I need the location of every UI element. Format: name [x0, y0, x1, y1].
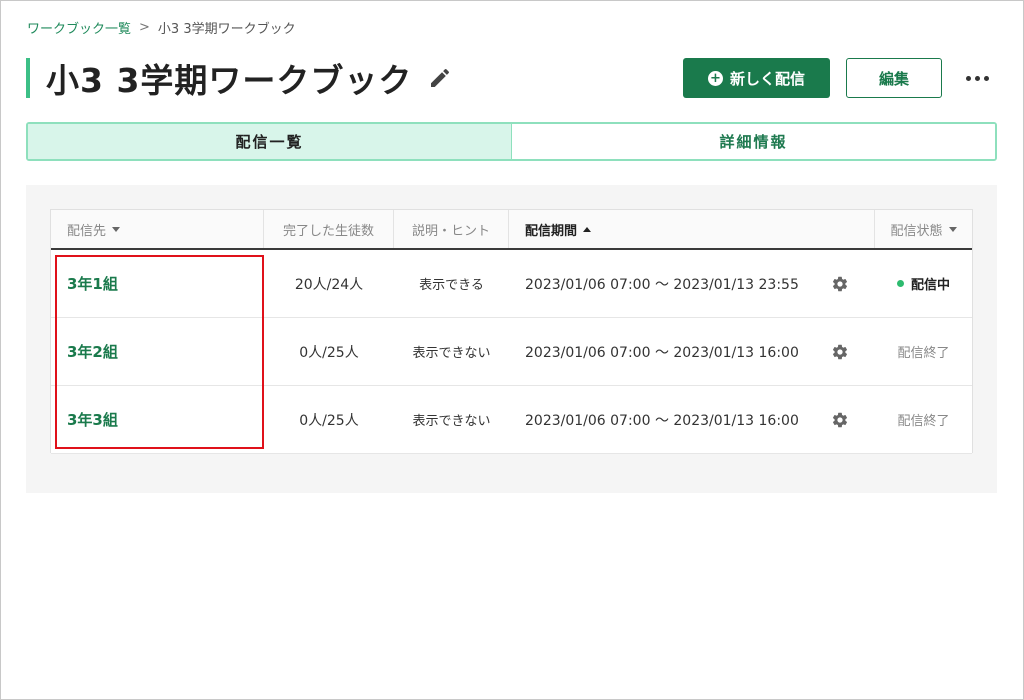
breadcrumb-current: 小3 3学期ワークブック — [157, 22, 296, 37]
column-label-period: 配信期間 — [525, 223, 578, 239]
title-accent-bar — [26, 58, 30, 98]
table-row: 3年1組 20人/24人 表示できる 2023/01/06 07:00 〜 20… — [51, 250, 972, 318]
table-header: 配信先 完了した生徒数 説明・ヒント 配信期間 配信状態 — [51, 210, 972, 250]
column-header-destination[interactable]: 配信先 — [51, 210, 264, 248]
sort-caret-down-icon — [112, 226, 121, 232]
title-row: 小3 3学期ワークブック — [26, 58, 452, 100]
destination-link[interactable]: 3年1組 — [67, 250, 257, 317]
delivery-table: 配信先 完了した生徒数 説明・ヒント 配信期間 配信状態 3年1組 20人/24… — [50, 209, 973, 454]
table-row: 3年2組 0人/25人 表示できない 2023/01/06 07:00 〜 20… — [51, 318, 972, 386]
new-delivery-label: 新しく配信 — [729, 69, 805, 88]
column-header-hints: 説明・ヒント — [394, 210, 509, 248]
column-label-status: 配信状態 — [890, 223, 943, 239]
content-panel: 配信先 完了した生徒数 説明・ヒント 配信期間 配信状態 3年1組 20人/24… — [26, 185, 997, 493]
delivery-period: 2023/01/06 07:00 〜 2023/01/13 16:00 — [525, 412, 799, 429]
completed-count: 20人/24人 — [294, 276, 364, 293]
breadcrumb: ワークブック一覧 > 小3 3学期ワークブック — [27, 18, 296, 37]
status-badge: 配信中 — [910, 278, 950, 293]
tab-bar: 配信一覧 詳細情報 — [26, 122, 997, 161]
breadcrumb-workbook-list[interactable]: ワークブック一覧 — [27, 18, 131, 37]
active-status-dot-icon — [896, 280, 904, 287]
gear-icon[interactable] — [831, 343, 849, 361]
hint-visibility: 表示できない — [412, 346, 491, 361]
column-label-destination: 配信先 — [67, 223, 107, 239]
page-title: 小3 3学期ワークブック — [46, 61, 413, 100]
tab-details[interactable]: 詳細情報 — [512, 124, 995, 159]
delivery-period: 2023/01/06 07:00 〜 2023/01/13 16:00 — [525, 344, 799, 361]
destination-link[interactable]: 3年2組 — [67, 318, 257, 385]
plus-circle-icon: + — [707, 70, 723, 86]
column-header-completed: 完了した生徒数 — [264, 210, 394, 248]
sort-caret-down-icon — [948, 226, 957, 232]
more-options-icon[interactable] — [960, 66, 994, 90]
destination-link[interactable]: 3年3組 — [67, 386, 257, 453]
sort-caret-up-icon — [583, 226, 592, 232]
pencil-icon[interactable] — [428, 66, 452, 90]
table-row: 3年3組 0人/25人 表示できない 2023/01/06 07:00 〜 20… — [51, 386, 972, 454]
hint-visibility: 表示できない — [412, 414, 491, 429]
edit-button[interactable]: 編集 — [846, 58, 942, 98]
column-header-period[interactable]: 配信期間 — [509, 210, 875, 248]
status-badge: 配信終了 — [897, 346, 950, 361]
delivery-period: 2023/01/06 07:00 〜 2023/01/13 23:55 — [525, 276, 799, 293]
column-header-status[interactable]: 配信状態 — [875, 210, 972, 248]
status-badge: 配信終了 — [897, 414, 950, 429]
new-delivery-button[interactable]: + 新しく配信 — [683, 58, 830, 98]
breadcrumb-separator: > — [139, 20, 150, 35]
gear-icon[interactable] — [831, 411, 849, 429]
hint-visibility: 表示できる — [419, 278, 484, 293]
column-label-hints: 説明・ヒント — [411, 223, 490, 239]
column-label-completed: 完了した生徒数 — [282, 223, 374, 239]
tab-delivery-list[interactable]: 配信一覧 — [28, 124, 512, 159]
gear-icon[interactable] — [831, 275, 849, 293]
completed-count: 0人/25人 — [299, 412, 359, 429]
completed-count: 0人/25人 — [299, 344, 359, 361]
